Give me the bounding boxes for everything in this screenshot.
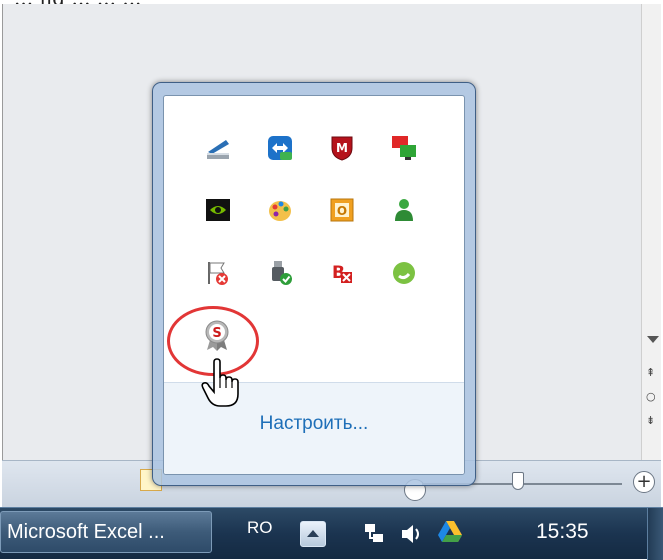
hand-cursor-icon [201,358,239,407]
network-icon[interactable] [360,520,388,548]
clock[interactable]: 15:35 [536,520,589,544]
google-drive-icon[interactable] [436,518,464,546]
scroll-down-arrow-icon[interactable] [647,336,659,343]
prev-page-icon[interactable]: ⇞ [646,366,655,379]
nvidia-icon[interactable] [204,196,232,224]
language-indicator[interactable]: RO [247,518,273,538]
user-icon[interactable] [390,196,418,224]
mcafee-icon[interactable]: M [328,134,356,162]
paint-palette-icon[interactable] [266,196,294,224]
volume-icon[interactable] [398,520,426,548]
taskbar: Microsoft Excel ... RO 15:35 [0,507,663,560]
scanner-icon[interactable] [204,134,232,162]
taskbar-excel-button[interactable]: Microsoft Excel ... [0,511,212,553]
action-center-flag-icon[interactable] [204,259,232,287]
outlook-icon[interactable]: O [328,196,356,224]
customize-link[interactable]: Настроить... [164,413,464,435]
network-monitor-icon[interactable] [390,134,418,162]
popup-icon-area: M O B S Настроить... [163,95,465,475]
zoom-slider-thumb[interactable] [512,472,524,490]
svg-text:O: O [337,204,347,218]
teamviewer-icon[interactable] [266,134,294,162]
zoom-in-button[interactable]: + [633,471,655,493]
usb-safe-remove-icon[interactable] [266,259,294,287]
vertical-scrollbar[interactable]: ⇞ ○ ⇟ [641,4,661,460]
xps-icon[interactable]: B [328,259,356,287]
notification-overflow-popup: M O B S Настроить... [152,82,476,486]
skype-icon[interactable] [390,259,418,287]
show-desktop-button[interactable] [647,508,663,560]
next-page-icon[interactable]: ⇟ [646,414,655,427]
svg-text:M: M [336,141,348,155]
show-hidden-icons-button[interactable] [300,521,326,547]
select-browse-object-icon[interactable]: ○ [646,390,656,403]
